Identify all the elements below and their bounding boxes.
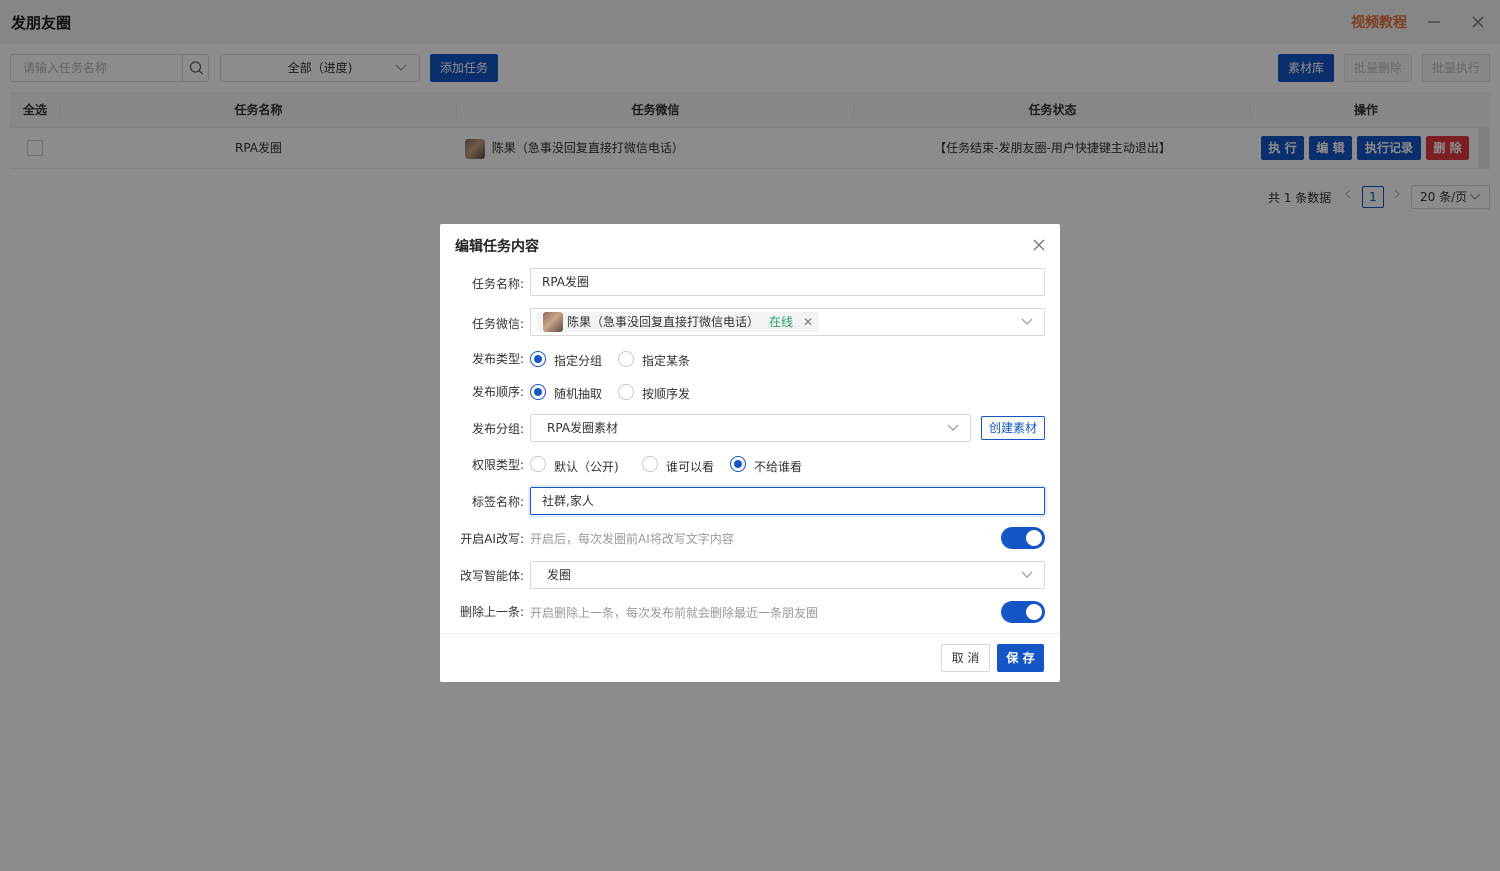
radio-label-specified-group: 指定分组 (554, 354, 603, 368)
cancel-button[interactable]: 取 消 (941, 644, 990, 672)
task-wechat-label: 任务微信: (471, 317, 524, 331)
rewrite-agent-label: 改写智能体: (459, 569, 524, 583)
chevron-down-icon (1021, 571, 1033, 578)
radio-label-specified-item: 指定某条 (642, 354, 691, 368)
edit-task-dialog: 编辑任务内容 任务名称: RPA发圈 任务微信: 陈果（急事没回复直接打微信电话… (440, 224, 1060, 682)
chevron-down-icon (1021, 318, 1033, 325)
radio-hide-from[interactable] (730, 456, 746, 472)
radio-random[interactable] (530, 384, 546, 400)
chevron-down-icon (947, 424, 959, 431)
dialog-close-button[interactable] (1030, 236, 1048, 254)
delete-previous-toggle[interactable] (1001, 601, 1045, 623)
rewrite-agent-select[interactable]: 发圈 (530, 561, 1045, 589)
task-name-label: 任务名称: (471, 277, 524, 291)
publish-order-label: 发布顺序: (471, 385, 524, 399)
avatar (543, 312, 563, 332)
delete-previous-hint: 开启删除上一条，每次发布前就会删除最近一条朋友圈 (530, 606, 819, 620)
task-name-input[interactable]: RPA发圈 (530, 268, 1045, 296)
radio-who-can-see[interactable] (642, 456, 658, 472)
online-status-badge: 在线 (769, 315, 794, 329)
radio-default-public[interactable] (530, 456, 546, 472)
permission-type-label: 权限类型: (471, 458, 524, 472)
ai-rewrite-label: 开启AI改写: (460, 532, 524, 546)
radio-label-hide-from: 不给谁看 (754, 460, 803, 474)
wechat-tag: 陈果（急事没回复直接打微信电话） 在线 ✕ (537, 312, 820, 332)
radio-label-random: 随机抽取 (554, 387, 603, 401)
tag-name-label: 标签名称: (471, 495, 524, 509)
wechat-tag-name: 陈果（急事没回复直接打微信电话） (567, 315, 760, 329)
remove-tag-button[interactable]: ✕ (803, 312, 813, 332)
delete-previous-label: 删除上一条: (459, 605, 524, 619)
ai-rewrite-toggle[interactable] (1001, 527, 1045, 549)
publish-type-label: 发布类型: (471, 352, 524, 366)
tag-name-input[interactable]: 社群,家人 (530, 487, 1045, 515)
publish-group-select[interactable]: RPA发圈素材 (530, 414, 971, 442)
radio-label-sequential: 按顺序发 (642, 387, 691, 401)
radio-label-default-public: 默认（公开) (554, 460, 619, 474)
radio-label-who-can-see: 谁可以看 (666, 460, 715, 474)
ai-rewrite-hint: 开启后，每次发圈前AI将改写文字内容 (530, 532, 734, 546)
close-icon (1033, 239, 1045, 251)
task-wechat-select[interactable]: 陈果（急事没回复直接打微信电话） 在线 ✕ (530, 308, 1045, 336)
create-material-button[interactable]: 创建素材 (981, 416, 1045, 440)
dialog-title: 编辑任务内容 (455, 239, 539, 255)
publish-group-label: 发布分组: (471, 422, 524, 436)
publish-group-value: RPA发圈素材 (547, 421, 619, 435)
dialog-footer-divider (440, 633, 1060, 634)
rewrite-agent-value: 发圈 (547, 568, 572, 582)
save-button[interactable]: 保 存 (997, 644, 1044, 672)
radio-specified-group[interactable] (530, 351, 546, 367)
radio-sequential[interactable] (618, 384, 634, 400)
radio-specified-item[interactable] (618, 351, 634, 367)
